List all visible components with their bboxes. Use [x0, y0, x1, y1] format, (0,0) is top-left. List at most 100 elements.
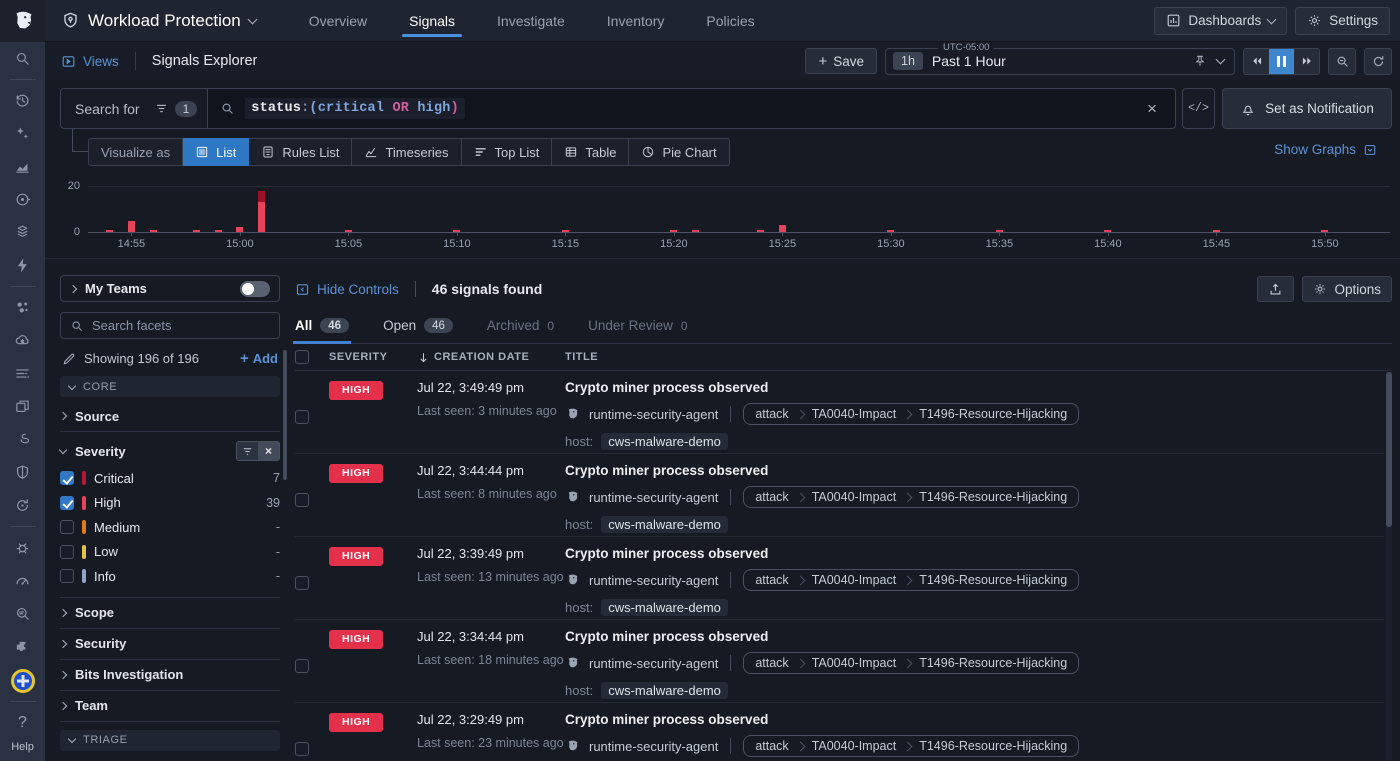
signal-title[interactable]: Crypto miner process observed — [565, 712, 1384, 727]
severity-filter-icon[interactable] — [237, 442, 258, 460]
viz-option-top-list[interactable]: Top List — [462, 138, 553, 166]
select-all-checkbox[interactable] — [295, 350, 309, 364]
error-tracking-bug-icon[interactable] — [10, 531, 36, 564]
signal-row[interactable]: HIGHJul 22, 3:34:44 pmLast seen: 18 minu… — [295, 620, 1384, 703]
my-teams-filter[interactable]: My Teams — [60, 275, 280, 302]
apm-target-icon[interactable] — [10, 183, 36, 216]
pause-button[interactable] — [1269, 49, 1294, 74]
tab-open[interactable]: Open46 — [383, 318, 453, 343]
app-security-shield-icon[interactable] — [10, 456, 36, 489]
tag-ta0040-impact[interactable]: TA0040-Impact — [801, 653, 908, 673]
tag-attack[interactable]: attack — [744, 736, 799, 756]
viz-option-rules-list[interactable]: Rules List — [249, 138, 352, 166]
severity-option-medium[interactable]: Medium- — [60, 515, 280, 540]
nav-item-policies[interactable]: Policies — [685, 0, 775, 41]
chart-bar-high[interactable] — [150, 230, 157, 233]
time-range-picker[interactable]: UTC-05:00 1h Past 1 Hour — [885, 48, 1235, 75]
nav-item-overview[interactable]: Overview — [288, 0, 388, 41]
service-map-icon[interactable] — [10, 291, 36, 324]
facet-row-bits-investigation[interactable]: Bits Investigation — [60, 660, 280, 690]
signal-title[interactable]: Crypto miner process observed — [565, 546, 1384, 561]
quality-gauge-icon[interactable] — [10, 564, 36, 597]
settings-button[interactable]: Settings — [1295, 7, 1390, 35]
user-avatar[interactable] — [0, 664, 45, 697]
product-switcher[interactable]: Workload Protection — [45, 11, 270, 31]
signal-row[interactable]: HIGHJul 22, 3:29:49 pmLast seen: 23 minu… — [295, 703, 1384, 761]
step-back-button[interactable] — [1244, 49, 1269, 74]
facet-row-source[interactable]: Source — [60, 401, 280, 431]
dashboards-button[interactable]: Dashboards — [1154, 7, 1287, 35]
row-checkbox[interactable] — [295, 742, 309, 756]
pencil-icon[interactable] — [62, 352, 76, 366]
tag-ta0040-impact[interactable]: TA0040-Impact — [801, 570, 908, 590]
triage-section-header[interactable]: TRIAGE — [60, 730, 280, 751]
zoom-out-button[interactable] — [1328, 48, 1356, 75]
column-creation-date[interactable]: CREATION DATE — [417, 351, 565, 364]
ci-cd-icon[interactable] — [10, 489, 36, 522]
tag-attack[interactable]: attack — [744, 487, 799, 507]
severity-option-info[interactable]: Info- — [60, 564, 280, 589]
show-graphs-link[interactable]: Show Graphs — [1274, 142, 1377, 157]
source-name[interactable]: runtime-security-agent — [589, 656, 718, 671]
column-severity[interactable]: SEVERITY — [329, 351, 417, 363]
tag-t1496-resource-hijacking[interactable]: T1496-Resource-Hijacking — [908, 570, 1078, 590]
clear-query-icon[interactable]: × — [1141, 99, 1163, 119]
signal-title[interactable]: Crypto miner process observed — [565, 380, 1384, 395]
chart-bar-high[interactable] — [128, 221, 135, 233]
host-value[interactable]: cws-malware-demo — [601, 516, 728, 533]
chart-bar-high[interactable] — [215, 230, 222, 233]
chart-bar-high[interactable] — [193, 230, 200, 233]
viz-option-table[interactable]: Table — [552, 138, 629, 166]
tag-t1496-resource-hijacking[interactable]: T1496-Resource-Hijacking — [908, 404, 1078, 424]
table-scrollbar[interactable] — [1386, 368, 1392, 761]
checkbox[interactable] — [60, 496, 74, 510]
facet-search-box[interactable] — [60, 312, 280, 339]
link-icon[interactable] — [10, 423, 36, 456]
metrics-icon[interactable] — [10, 150, 36, 183]
tab-archived[interactable]: Archived0 — [487, 318, 554, 343]
datadog-logo[interactable] — [0, 0, 45, 42]
export-button[interactable] — [1257, 276, 1294, 302]
chart-bar-high[interactable] — [779, 225, 786, 232]
views-button[interactable]: Views — [45, 42, 135, 80]
software-catalog-icon[interactable] — [10, 390, 36, 423]
help-icon[interactable]: ? — [0, 706, 45, 739]
severity-clear-icon[interactable]: × — [258, 442, 279, 460]
checkbox[interactable] — [60, 471, 74, 485]
options-button[interactable]: Options — [1302, 276, 1392, 302]
save-button[interactable]: +Save — [805, 48, 877, 74]
source-name[interactable]: runtime-security-agent — [589, 407, 718, 422]
add-facet-button[interactable]: +Add — [240, 350, 278, 367]
signal-row[interactable]: HIGHJul 22, 3:49:49 pmLast seen: 3 minut… — [295, 371, 1384, 454]
query-zone[interactable]: status:(critical OR high) × — [207, 89, 1175, 128]
cloud-cost-icon[interactable] — [10, 324, 36, 357]
signal-row[interactable]: HIGHJul 22, 3:39:49 pmLast seen: 13 minu… — [295, 537, 1384, 620]
source-name[interactable]: runtime-security-agent — [589, 739, 718, 754]
facet-row-security[interactable]: Security — [60, 629, 280, 659]
my-teams-toggle[interactable] — [240, 281, 270, 297]
help-label[interactable]: Help — [11, 741, 34, 753]
row-checkbox[interactable] — [295, 576, 309, 590]
source-name[interactable]: runtime-security-agent — [589, 490, 718, 505]
facet-row-scope[interactable]: Scope — [60, 598, 280, 628]
column-title[interactable]: TITLE — [565, 351, 1392, 363]
tag-attack[interactable]: attack — [744, 570, 799, 590]
nav-item-signals[interactable]: Signals — [388, 0, 476, 41]
row-checkbox[interactable] — [295, 659, 309, 673]
tag-ta0040-impact[interactable]: TA0040-Impact — [801, 487, 908, 507]
tag-ta0040-impact[interactable]: TA0040-Impact — [801, 736, 908, 756]
sidebar-scrollbar[interactable] — [283, 350, 287, 480]
nav-item-investigate[interactable]: Investigate — [476, 0, 586, 41]
viz-option-timeseries[interactable]: Timeseries — [352, 138, 461, 166]
row-checkbox[interactable] — [295, 493, 309, 507]
search-query[interactable]: status:(critical OR high) — [245, 98, 465, 119]
chart-bar-high[interactable] — [757, 230, 764, 233]
facet-search-input[interactable] — [92, 318, 270, 333]
host-value[interactable]: cws-malware-demo — [601, 682, 728, 699]
checkbox[interactable] — [60, 520, 74, 534]
watchdog-icon[interactable] — [10, 597, 36, 630]
hide-controls-button[interactable]: Hide Controls — [295, 282, 399, 297]
step-forward-button[interactable] — [1294, 49, 1319, 74]
signal-title[interactable]: Crypto miner process observed — [565, 629, 1384, 644]
tag-attack[interactable]: attack — [744, 404, 799, 424]
